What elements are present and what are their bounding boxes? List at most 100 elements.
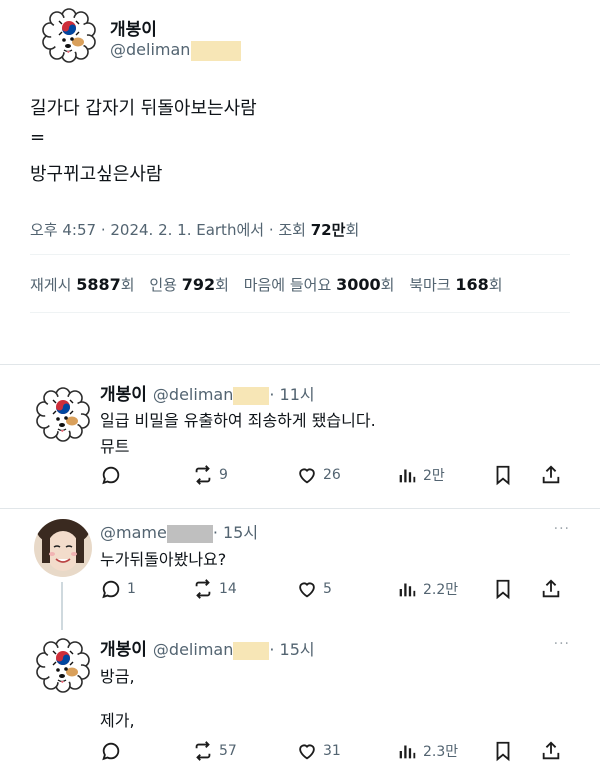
reply-icon <box>102 742 120 761</box>
stat-likes[interactable]: 마음에 들어요 3000회 <box>244 275 395 294</box>
share-icon <box>542 465 560 484</box>
tweet-meta: 오후 4:57 · 2024. 2. 1. Earth에서 · 조회 72만회 <box>30 219 359 240</box>
like-button[interactable]: 5 <box>296 576 332 602</box>
reply-icon <box>102 466 120 485</box>
reply-count: 1 <box>127 581 136 597</box>
views-button[interactable]: 2만 <box>396 462 445 488</box>
bookmark-button[interactable] <box>492 738 514 764</box>
reply-button[interactable] <box>100 738 127 764</box>
timestamp[interactable]: · 15시 <box>269 640 314 659</box>
bookmark-button[interactable] <box>492 576 514 602</box>
views-icon <box>399 583 416 597</box>
divider <box>30 312 570 313</box>
action-bar: 1 14 5 2.2만 <box>100 576 570 602</box>
face-avatar-icon <box>34 519 92 577</box>
views-icon <box>399 745 416 759</box>
like-button[interactable]: 31 <box>296 738 341 764</box>
timestamp[interactable]: · 15시 <box>213 523 258 542</box>
action-bar: 9 26 2만 <box>100 462 570 488</box>
views-button[interactable]: 2.2만 <box>396 576 458 602</box>
heart-icon <box>299 582 315 598</box>
thread-connector <box>61 582 63 630</box>
bookmark-icon <box>496 741 510 762</box>
heart-icon <box>299 468 315 484</box>
more-icon[interactable]: ··· <box>554 636 570 652</box>
stat-quotes[interactable]: 인용 792회 <box>149 275 229 294</box>
view-count: 72만 <box>310 221 346 239</box>
reply-header: @mame · 15시 <box>100 519 258 543</box>
like-count: 5 <box>323 581 332 597</box>
share-button[interactable] <box>540 576 562 602</box>
reply-header: 개봉이 @deliman · 15시 <box>100 635 315 660</box>
like-count: 31 <box>323 743 341 759</box>
reply-button[interactable] <box>100 462 127 488</box>
avatar[interactable] <box>40 6 98 64</box>
reply-text-line: 방금, <box>100 667 135 686</box>
handle[interactable]: @deliman <box>110 40 190 59</box>
handle-row: @deliman <box>110 40 242 61</box>
view-count: 2만 <box>423 468 445 484</box>
main-tweet-header: 개봉이 @deliman <box>40 6 580 70</box>
divider <box>30 254 570 255</box>
views-button[interactable]: 2.3만 <box>396 738 458 764</box>
retweet-count: 57 <box>219 743 237 759</box>
more-icon[interactable]: ··· <box>554 521 570 537</box>
timestamp[interactable]: 오후 4:57 · 2024. 2. 1. Earth에서 · 조회 <box>30 221 306 239</box>
handle[interactable]: @mame <box>100 523 167 542</box>
like-count: 26 <box>323 467 341 483</box>
bookmark-icon <box>496 579 510 600</box>
redaction-mask <box>191 40 242 61</box>
view-count-suffix: 회 <box>345 221 360 239</box>
dog-avatar-icon <box>40 6 98 64</box>
action-bar: 57 31 2.3만 <box>100 738 570 764</box>
avatar[interactable] <box>34 636 92 694</box>
reply-icon <box>102 580 120 599</box>
retweet-icon <box>195 579 211 599</box>
reply-text-line: 일급 비밀을 유출하여 죄송하게 됐습니다. <box>100 411 376 430</box>
reply-header: 개봉이 @deliman · 11시 <box>100 380 315 405</box>
retweet-icon <box>195 741 211 761</box>
bookmark-button[interactable] <box>492 462 514 488</box>
retweet-button[interactable]: 57 <box>192 738 237 764</box>
divider <box>0 508 600 509</box>
share-button[interactable] <box>540 738 562 764</box>
display-name[interactable]: 개봉이 <box>110 15 157 40</box>
views-icon <box>399 469 416 483</box>
share-icon <box>542 579 560 598</box>
stat-bookmarks[interactable]: 북마크 168회 <box>409 275 502 294</box>
divider <box>0 364 600 365</box>
tweet-text-line: = <box>30 127 46 148</box>
display-name[interactable]: 개봉이 <box>100 385 147 405</box>
redaction-mask <box>166 524 213 543</box>
redaction-mask <box>233 641 270 660</box>
reply-text-line: 뮤트 <box>100 437 130 456</box>
avatar[interactable] <box>34 385 92 443</box>
handle[interactable]: @deliman <box>153 385 233 404</box>
reply-text-line: 누가뒤돌아봤나요? <box>100 550 227 569</box>
dog-avatar-icon <box>34 636 92 694</box>
redaction-mask <box>233 386 270 405</box>
retweet-count: 9 <box>219 467 228 483</box>
timestamp[interactable]: · 11시 <box>269 385 314 404</box>
view-count: 2.2만 <box>423 582 459 598</box>
share-icon <box>542 741 560 760</box>
retweet-count: 14 <box>219 581 237 597</box>
like-button[interactable]: 26 <box>296 462 341 488</box>
retweet-button[interactable]: 9 <box>192 462 228 488</box>
handle[interactable]: @deliman <box>153 640 233 659</box>
view-count: 2.3만 <box>423 744 459 760</box>
dog-avatar-icon <box>34 385 92 443</box>
stat-reposts[interactable]: 재게시 5887회 <box>30 275 135 294</box>
heart-icon <box>299 744 315 760</box>
avatar[interactable] <box>34 519 92 577</box>
engagement-stats: 재게시 5887회 인용 792회 마음에 들어요 3000회 북마크 168회 <box>30 274 513 295</box>
tweet-text-line: 방구뀌고싶은사람 <box>30 164 163 185</box>
reply-button[interactable]: 1 <box>100 576 136 602</box>
reply-text-line: 제가, <box>100 711 135 730</box>
display-name[interactable]: 개봉이 <box>100 640 147 660</box>
bookmark-icon <box>496 465 510 486</box>
retweet-icon <box>195 465 211 485</box>
tweet-text-line: 길가다 갑자기 뒤돌아보는사람 <box>30 98 257 119</box>
share-button[interactable] <box>540 462 562 488</box>
retweet-button[interactable]: 14 <box>192 576 237 602</box>
